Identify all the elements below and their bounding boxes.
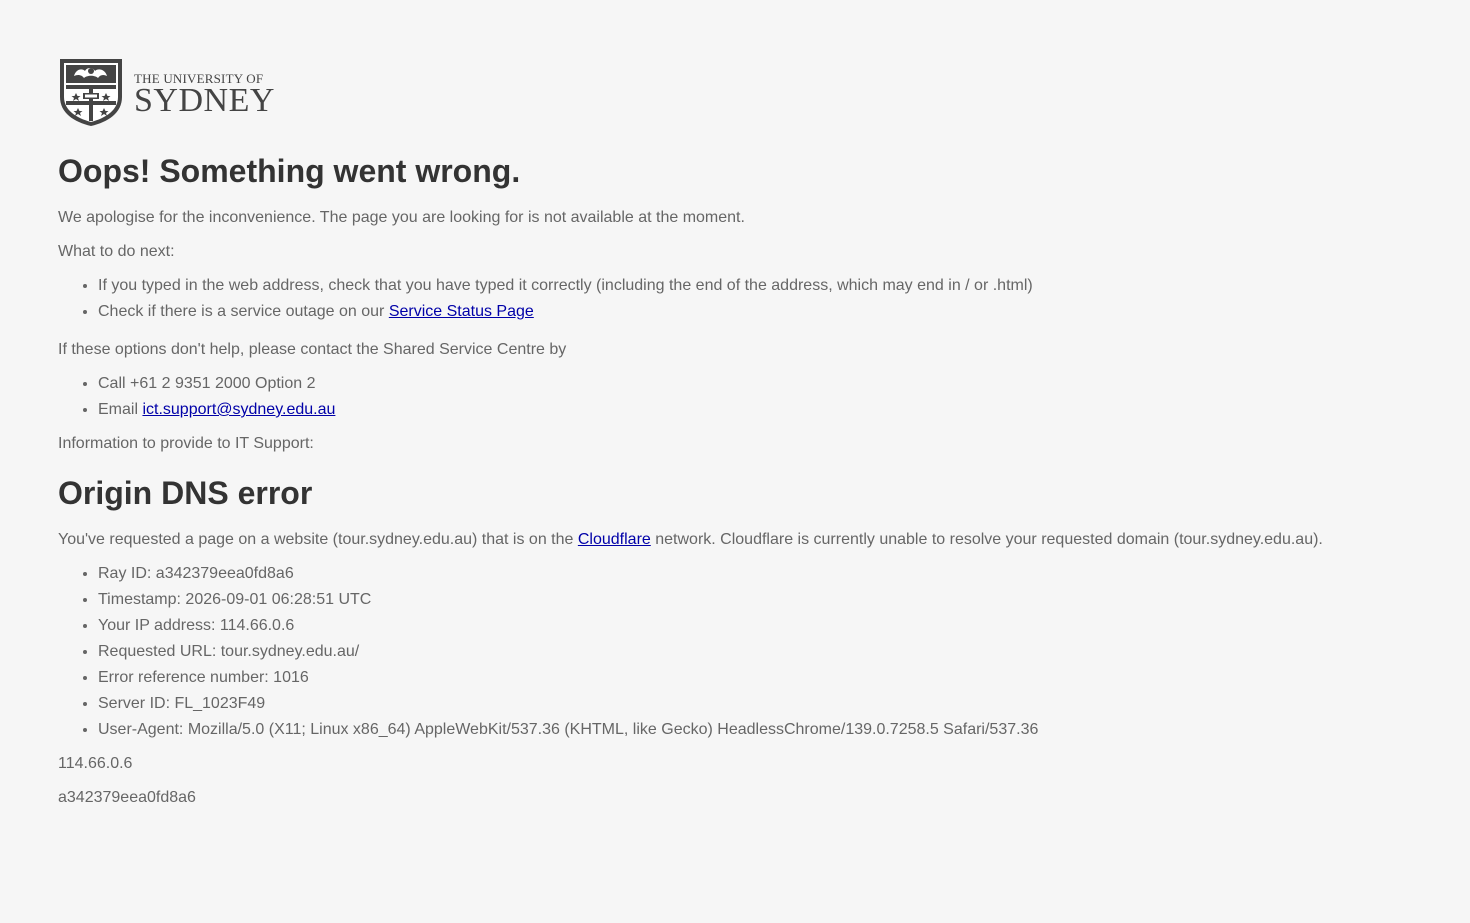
logo-line-2: SYDNEY xyxy=(134,82,275,119)
apology-text: We apologise for the inconvenience. The … xyxy=(58,209,745,226)
error-reference-item: Error reference number: 1016 xyxy=(98,665,1448,691)
user-agent-item: User-Agent: Mozilla/5.0 (X11; Linux x86_… xyxy=(98,717,1448,743)
call-text: Call +61 2 9351 2000 Option 2 xyxy=(98,375,316,392)
it-support-label: Information to provide to IT Support: xyxy=(58,435,314,452)
contact-list: Call +61 2 9351 2000 Option 2 Email ict.… xyxy=(58,371,1448,423)
error-details-list: Ray ID: a342379eea0fd8a6 Timestamp: 2026… xyxy=(58,561,1448,743)
next-steps-label: What to do next: xyxy=(58,243,175,260)
list-item: Email ict.support@sydney.edu.au xyxy=(98,397,1448,423)
requested-url-item: Requested URL: tour.sydney.edu.au/ xyxy=(98,639,1448,665)
ray-id-item: Ray ID: a342379eea0fd8a6 xyxy=(98,561,1448,587)
list-item: If you typed in the web address, check t… xyxy=(98,273,1448,299)
email-label: Email xyxy=(98,401,143,418)
university-crest-icon xyxy=(60,59,122,126)
service-status-link[interactable]: Service Status Page xyxy=(389,303,534,320)
list-item-text: Check if there is a service outage on ou… xyxy=(98,303,389,320)
page-title: Oops! Something went wrong. xyxy=(58,153,521,189)
list-item: Check if there is a service outage on ou… xyxy=(98,299,1448,325)
logo-wordmark: THE UNIVERSITY OF SYDNEY xyxy=(134,72,275,119)
footer-ip: 114.66.0.6 xyxy=(58,755,133,772)
next-steps-list: If you typed in the web address, check t… xyxy=(58,273,1448,325)
error-page: THE UNIVERSITY OF SYDNEY Oops! Something… xyxy=(58,57,1448,811)
timestamp-item: Timestamp: 2026-09-01 06:28:51 UTC xyxy=(98,587,1448,613)
contact-intro: If these options don't help, please cont… xyxy=(58,341,567,358)
error-title: Origin DNS error xyxy=(58,475,313,511)
error-desc-suffix: network. Cloudflare is currently unable … xyxy=(650,531,1323,548)
footer-ray-id: a342379eea0fd8a6 xyxy=(58,789,196,806)
list-item: Call +61 2 9351 2000 Option 2 xyxy=(98,371,1448,397)
cloudflare-link[interactable]: Cloudflare xyxy=(578,531,651,548)
server-id-item: Server ID: FL_1023F49 xyxy=(98,691,1448,717)
list-item-text: If you typed in the web address, check t… xyxy=(98,277,1033,294)
university-logo[interactable]: THE UNIVERSITY OF SYDNEY xyxy=(58,57,1448,127)
error-desc-prefix: You've requested a page on a website (to… xyxy=(58,531,578,548)
error-description: You've requested a page on a website (to… xyxy=(58,527,1448,553)
ip-address-item: Your IP address: 114.66.0.6 xyxy=(98,613,1448,639)
support-email-link[interactable]: ict.support@sydney.edu.au xyxy=(142,401,335,418)
